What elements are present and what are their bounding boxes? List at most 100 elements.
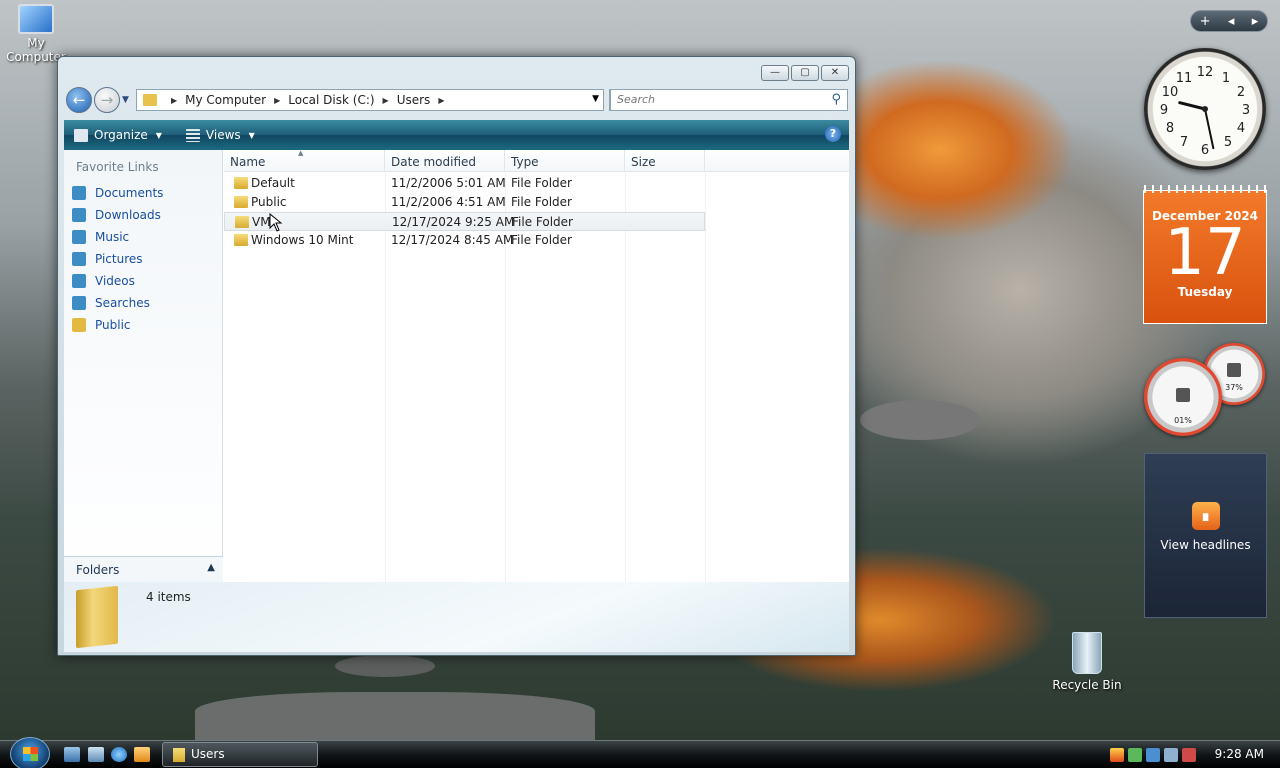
file-type: File Folder bbox=[512, 215, 573, 229]
media-player-icon[interactable] bbox=[134, 747, 150, 762]
security-shield-icon[interactable] bbox=[1110, 748, 1124, 762]
svg-text:8: 8 bbox=[1166, 121, 1174, 136]
column-header-date-modified[interactable]: Date modified bbox=[385, 150, 505, 172]
svg-text:2: 2 bbox=[1237, 85, 1245, 100]
content-area: Favorite Links Documents Downloads Music… bbox=[64, 149, 849, 582]
svg-text:12: 12 bbox=[1197, 65, 1214, 80]
favorite-link-music[interactable]: Music bbox=[72, 226, 163, 248]
svg-text:4: 4 bbox=[1237, 121, 1245, 136]
internet-explorer-icon[interactable] bbox=[111, 747, 127, 762]
update-icon[interactable] bbox=[1128, 748, 1142, 762]
navigation-bar: ← → ▼ ▶ My Computer ▶ Local Disk (C:) ▶ … bbox=[66, 87, 848, 113]
svg-text:7: 7 bbox=[1180, 135, 1188, 150]
calendar-gadget[interactable]: December 2024 17 Tuesday bbox=[1143, 185, 1268, 324]
mouse-cursor-icon bbox=[269, 213, 283, 232]
favorite-link-label: Downloads bbox=[95, 208, 161, 222]
sort-ascending-icon: ▲ bbox=[298, 149, 304, 157]
svg-text:5: 5 bbox=[1224, 135, 1232, 150]
clock-gadget[interactable]: 12 1 2 345 678 9 10 11 bbox=[1144, 48, 1266, 170]
search-input[interactable]: Search ⚲ bbox=[610, 89, 848, 111]
computer-icon bbox=[18, 4, 54, 34]
previous-button[interactable]: ◂ bbox=[1228, 14, 1235, 29]
cpu-value: 01% bbox=[1174, 416, 1192, 425]
favorite-link-downloads[interactable]: Downloads bbox=[72, 204, 163, 226]
folder-icon bbox=[234, 196, 248, 208]
column-header-type[interactable]: Type bbox=[505, 150, 625, 172]
breadcrumb-item[interactable]: My Computer bbox=[185, 93, 266, 107]
clock-time[interactable]: 9:28 AM bbox=[1215, 747, 1264, 761]
chevron-right-icon[interactable]: ▶ bbox=[171, 96, 177, 105]
folder-icon bbox=[173, 748, 185, 762]
organize-icon bbox=[74, 128, 88, 142]
file-type: File Folder bbox=[511, 195, 572, 209]
views-button[interactable]: Views ▼ bbox=[185, 128, 255, 142]
folders-label: Folders bbox=[76, 563, 120, 577]
rss-icon: ∎ bbox=[1191, 502, 1220, 530]
close-button[interactable]: ✕ bbox=[821, 65, 849, 81]
breadcrumb-item[interactable]: Users bbox=[397, 93, 431, 107]
next-button[interactable]: ▸ bbox=[1252, 14, 1259, 29]
favorite-links-title: Favorite Links bbox=[76, 160, 159, 174]
chevron-right-icon[interactable]: ▶ bbox=[274, 96, 280, 105]
cpu-meter[interactable]: 01% bbox=[1144, 358, 1222, 436]
search-icon[interactable]: ⚲ bbox=[831, 92, 841, 107]
taskbar-button-users[interactable]: Users bbox=[162, 742, 318, 767]
column-header-size[interactable]: Size bbox=[625, 150, 705, 172]
breadcrumb-item[interactable]: Local Disk (C:) bbox=[288, 93, 374, 107]
svg-text:1: 1 bbox=[1222, 71, 1230, 86]
file-type: File Folder bbox=[511, 233, 572, 247]
feed-label[interactable]: View headlines bbox=[1145, 538, 1266, 552]
breadcrumb: ▶ My Computer ▶ Local Disk (C:) ▶ Users … bbox=[163, 93, 452, 107]
file-row[interactable]: Public 11/2/2006 4:51 AM File Folder bbox=[224, 193, 705, 212]
back-button[interactable]: ← bbox=[66, 87, 92, 113]
volume-muted-icon[interactable] bbox=[1182, 748, 1196, 762]
chevron-right-icon[interactable]: ▶ bbox=[383, 96, 389, 105]
wallpaper-rock bbox=[195, 692, 595, 740]
folder-icon bbox=[234, 177, 248, 189]
column-header-name[interactable]: ▲ Name bbox=[224, 149, 385, 172]
address-bar[interactable]: ▶ My Computer ▶ Local Disk (C:) ▶ Users … bbox=[136, 89, 604, 111]
forward-button[interactable]: → bbox=[94, 87, 120, 113]
recent-pages-dropdown[interactable]: ▼ bbox=[122, 95, 129, 105]
file-row[interactable]: VM 12/17/2024 9:25 AM File Folder bbox=[224, 212, 705, 232]
maximize-button[interactable]: ▢ bbox=[791, 65, 819, 81]
file-date: 11/2/2006 4:51 AM bbox=[391, 195, 506, 209]
videos-icon bbox=[72, 274, 86, 288]
desktop-icon-recycle-bin[interactable]: Recycle Bin bbox=[1050, 632, 1124, 692]
favorite-link-label: Documents bbox=[95, 186, 164, 200]
svg-text:6: 6 bbox=[1201, 143, 1209, 158]
svg-text:11: 11 bbox=[1176, 71, 1193, 86]
wallpaper-rock bbox=[860, 400, 980, 440]
folder-icon bbox=[72, 318, 86, 332]
details-pane: 4 items bbox=[64, 582, 849, 652]
pictures-icon bbox=[72, 252, 86, 266]
feed-headlines-gadget[interactable]: ∎ View headlines bbox=[1144, 453, 1267, 618]
start-button[interactable] bbox=[10, 737, 50, 768]
favorite-link-documents[interactable]: Documents bbox=[72, 182, 163, 204]
music-icon bbox=[72, 230, 86, 244]
calendar-day: 17 bbox=[1164, 216, 1246, 290]
file-list: ▲ Name Date modified Type Size Default 11… bbox=[224, 149, 849, 582]
network-icon[interactable] bbox=[1146, 748, 1160, 762]
favorite-link-videos[interactable]: Videos bbox=[72, 270, 163, 292]
favorite-link-pictures[interactable]: Pictures bbox=[72, 248, 163, 270]
favorite-link-searches[interactable]: Searches bbox=[72, 292, 163, 314]
favorite-link-public[interactable]: Public bbox=[72, 314, 163, 336]
desktop-icon-my-computer[interactable]: My Computer bbox=[6, 4, 66, 64]
folders-toggle[interactable]: Folders ▲ bbox=[64, 556, 223, 582]
display-icon[interactable] bbox=[1164, 748, 1178, 762]
favorite-link-label: Searches bbox=[95, 296, 150, 310]
sidebar-controls: + ◂ ▸ bbox=[1190, 10, 1268, 32]
add-gadget-button[interactable]: + bbox=[1200, 14, 1211, 29]
show-desktop-icon[interactable] bbox=[64, 747, 80, 762]
organize-button[interactable]: Organize ▼ bbox=[74, 128, 162, 142]
chevron-right-icon[interactable]: ▶ bbox=[438, 96, 444, 105]
switch-windows-icon[interactable] bbox=[88, 747, 104, 762]
help-icon[interactable]: ? bbox=[825, 126, 841, 142]
minimize-button[interactable]: — bbox=[761, 65, 789, 81]
hour-hand bbox=[1178, 101, 1207, 111]
chevron-down-icon[interactable]: ▼ bbox=[592, 94, 599, 104]
file-name: Default bbox=[251, 176, 295, 190]
file-row[interactable]: Windows 10 Mint 12/17/2024 8:45 AM File … bbox=[224, 231, 705, 250]
file-row[interactable]: Default 11/2/2006 5:01 AM File Folder bbox=[224, 174, 705, 193]
